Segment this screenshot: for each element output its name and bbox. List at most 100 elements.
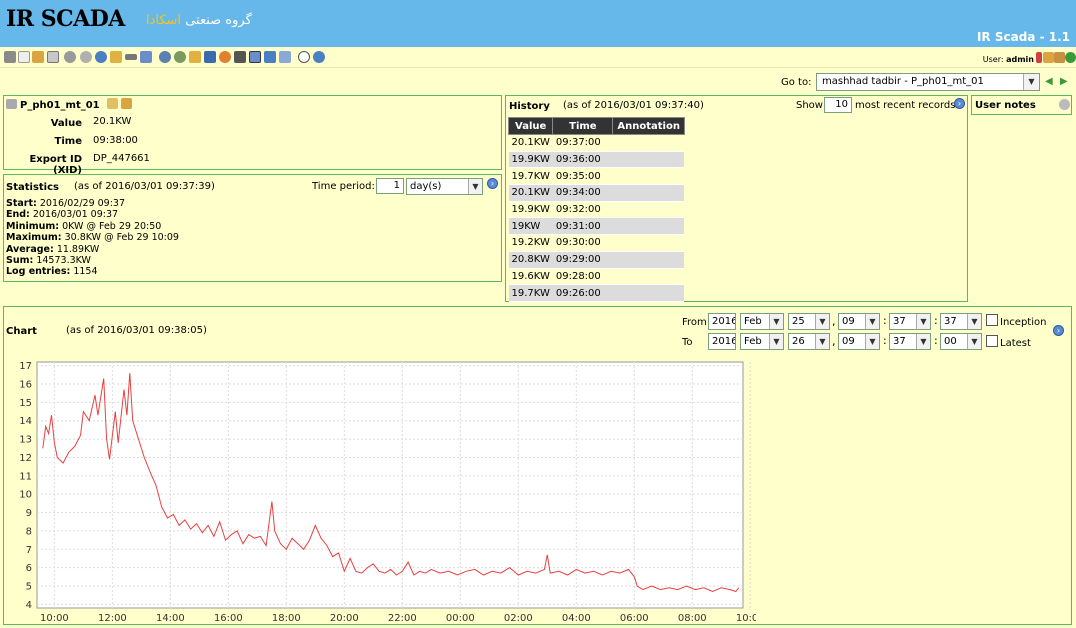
- history-as-of: (as of 2016/03/01 09:37:40): [563, 100, 704, 111]
- from-year-input[interactable]: 2016: [708, 313, 736, 330]
- period-unit-select[interactable]: day(s) ▼: [406, 178, 483, 195]
- y-tick-label: 5: [26, 581, 32, 592]
- separator-colon: :: [934, 314, 938, 327]
- details-icon[interactable]: [107, 98, 118, 109]
- cell-time: 09:36:00: [552, 151, 613, 169]
- cell-value: 19.2KW: [508, 234, 553, 252]
- chevron-down-icon: ▼: [769, 334, 783, 349]
- house-icon[interactable]: [1054, 52, 1065, 63]
- import-icon[interactable]: [279, 51, 291, 63]
- from-day-value: 25: [792, 316, 805, 327]
- from-month-value: Feb: [744, 316, 762, 327]
- chevron-down-icon: ▼: [967, 334, 981, 349]
- period-value-input[interactable]: 1: [376, 178, 404, 194]
- cell-annotation: [612, 251, 685, 269]
- point-value: 20.1KW: [93, 116, 132, 127]
- table-header-row: Value Time Annotation: [507, 117, 685, 135]
- prev-arrow-icon[interactable]: ◀: [1045, 76, 1053, 87]
- company-prefix: گروه صنعتی: [185, 13, 252, 28]
- cell-annotation: [612, 184, 685, 202]
- eye-icon[interactable]: [4, 51, 16, 63]
- y-tick-label: 8: [26, 526, 32, 537]
- table-row: 19.7KW 09:26:00: [508, 284, 685, 302]
- from-second-select[interactable]: 37 ▼: [940, 313, 982, 330]
- list-icon[interactable]: [249, 51, 261, 63]
- document-icon[interactable]: [47, 51, 59, 63]
- inception-label: Inception: [1000, 317, 1047, 328]
- to-hour-value: 09: [842, 336, 855, 347]
- from-minute-value: 37: [893, 316, 906, 327]
- point-panel: P_ph01_mt_01 Value 20.1KW Time 09:38:00 …: [3, 95, 502, 176]
- from-month-select[interactable]: Feb ▼: [740, 313, 784, 330]
- from-hour-select[interactable]: 09 ▼: [838, 313, 880, 330]
- cell-annotation: [612, 201, 685, 219]
- time-label: Time: [54, 136, 82, 147]
- clock-icon[interactable]: [95, 51, 107, 63]
- refresh-icon[interactable]: ›: [487, 178, 498, 189]
- to-month-select[interactable]: Feb ▼: [740, 333, 784, 350]
- wrench-icon[interactable]: [110, 51, 122, 63]
- cell-value: 20.8KW: [508, 251, 553, 269]
- flag-icon[interactable]: [1036, 52, 1042, 63]
- config-icon[interactable]: [219, 51, 231, 63]
- user-prefix: User:: [982, 55, 1004, 64]
- show-suffix: most recent records: [855, 100, 956, 111]
- latest-checkbox[interactable]: [986, 335, 998, 347]
- folder-icon[interactable]: [189, 51, 201, 63]
- user-icon[interactable]: [174, 51, 186, 63]
- to-second-select[interactable]: 00 ▼: [940, 333, 982, 350]
- statistics-list: Start: 2016/02/29 09:37 End: 2016/03/01 …: [6, 198, 179, 278]
- save-icon[interactable]: [204, 51, 216, 63]
- gear-icon[interactable]: [80, 51, 92, 63]
- new-page-icon[interactable]: [18, 51, 30, 63]
- refresh-icon[interactable]: ›: [954, 98, 965, 109]
- y-tick-label: 17: [19, 361, 32, 372]
- cell-time: 09:26:00: [552, 284, 613, 302]
- point-icon: [6, 99, 17, 109]
- cell-value: 20.1KW: [508, 134, 553, 152]
- to-day-select[interactable]: 26 ▼: [788, 333, 830, 350]
- goto-label: Go to:: [781, 77, 812, 88]
- users-icon[interactable]: [159, 51, 171, 63]
- to-hour-select[interactable]: 09 ▼: [838, 333, 880, 350]
- chevron-down-icon: ▼: [769, 314, 783, 329]
- chart-as-of: (as of 2016/03/01 09:38:05): [66, 325, 207, 336]
- refresh-chart-icon[interactable]: ›: [1053, 325, 1064, 336]
- from-minute-select[interactable]: 37 ▼: [889, 313, 931, 330]
- x-tick-label: 22:00: [388, 613, 417, 623]
- statistics-title: Statistics: [6, 182, 59, 193]
- cell-annotation: [612, 284, 685, 302]
- help-icon[interactable]: [313, 51, 325, 63]
- record-count-input[interactable]: 10: [824, 97, 852, 113]
- link-icon[interactable]: [125, 54, 137, 60]
- cell-value: 19.7KW: [508, 167, 553, 186]
- period-unit-value: day(s): [410, 181, 442, 192]
- column-header: Value: [507, 117, 554, 135]
- goto-selected: mashhad tadbir - P_ph01_mt_01: [822, 76, 984, 87]
- from-day-select[interactable]: 25 ▼: [788, 313, 830, 330]
- edit-point-icon[interactable]: [121, 98, 132, 109]
- report-icon[interactable]: [140, 51, 152, 63]
- next-arrow-icon[interactable]: ▶: [1060, 76, 1068, 87]
- cell-time: 09:34:00: [552, 184, 613, 202]
- add-note-icon[interactable]: [1059, 99, 1070, 110]
- edit-icon[interactable]: [32, 51, 44, 63]
- home-icon[interactable]: [1043, 52, 1054, 63]
- history-title: History: [509, 101, 550, 112]
- radio-icon[interactable]: [298, 51, 310, 63]
- logout-icon[interactable]: [1065, 52, 1076, 63]
- settings-icon[interactable]: [64, 51, 76, 63]
- to-year-input[interactable]: 2016: [708, 333, 736, 350]
- cell-time: 09:35:00: [552, 167, 613, 186]
- stat-row: End: 2016/03/01 09:37: [6, 209, 119, 221]
- export-icon[interactable]: [264, 51, 276, 63]
- cell-annotation: [612, 134, 685, 152]
- inception-checkbox[interactable]: [986, 314, 998, 326]
- column-header: Annotation: [612, 117, 685, 135]
- x-tick-label: 14:00: [156, 613, 185, 623]
- goto-select[interactable]: mashhad tadbir - P_ph01_mt_01 ▼: [816, 73, 1040, 91]
- chevron-down-icon: ▼: [865, 334, 879, 349]
- tools-icon[interactable]: [234, 51, 246, 63]
- to-minute-select[interactable]: 37 ▼: [889, 333, 931, 350]
- cell-time: 09:29:00: [552, 251, 613, 269]
